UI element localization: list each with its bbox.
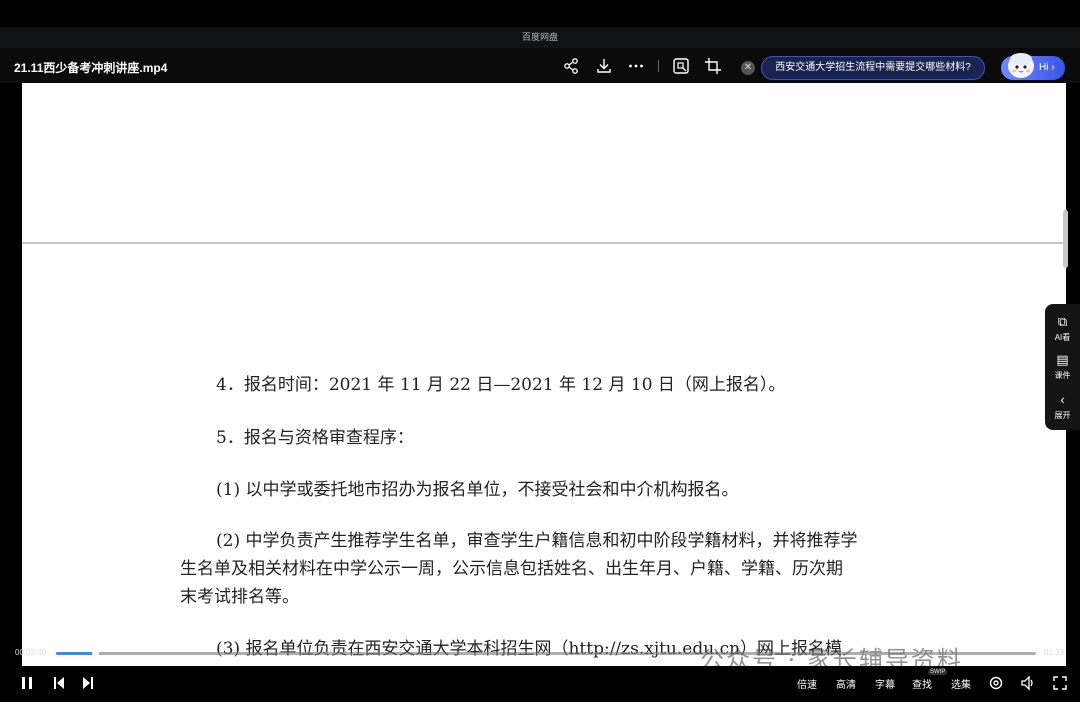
- fullscreen-icon[interactable]: [1052, 675, 1068, 691]
- doc-line: 生名单及相关材料在中学公示一周，公示信息包括姓名、出生年月、户籍、学籍、历次期: [180, 559, 843, 579]
- speed-button[interactable]: 倍速: [797, 676, 817, 691]
- progress-knob[interactable]: [92, 650, 100, 657]
- ai-question-pill[interactable]: 西安交通大学招生流程中需要提交哪些材料?: [761, 56, 985, 80]
- courseware-icon: ▤: [1056, 352, 1069, 367]
- doc-line: (2) 中学负责产生推荐学生名单，审查学生户籍信息和初中阶段学籍材料，并将推荐学: [216, 531, 858, 551]
- progress-fill: [56, 652, 96, 655]
- screenshot-icon[interactable]: [672, 57, 690, 75]
- player-controls: 倍速 高清 字幕 查找 选集: [0, 666, 1080, 702]
- side-panel-label: 课件: [1054, 371, 1071, 380]
- app-title: 百度网盘: [521, 32, 558, 42]
- toolbar-divider: [658, 60, 659, 72]
- settings-icon[interactable]: [988, 675, 1004, 691]
- document-page: 4．报名时间：2021 年 11 月 22 日—2021 年 12 月 10 日…: [22, 83, 1066, 666]
- crop-icon[interactable]: [704, 57, 722, 75]
- side-panel-label: 展开: [1054, 411, 1071, 420]
- search-button[interactable]: 查找: [912, 676, 932, 691]
- doc-line: 5．报名与资格审查程序：: [216, 428, 414, 448]
- episodes-button[interactable]: 选集: [951, 676, 971, 691]
- next-icon[interactable]: [80, 675, 96, 691]
- share-icon[interactable]: [562, 57, 580, 75]
- volume-icon[interactable]: [1020, 675, 1036, 691]
- doc-line: 4．报名时间：2021 年 11 月 22 日—2021 年 12 月 10 日…: [216, 375, 786, 395]
- doc-line: (1) 以中学或委托地市招办为报名单位，不接受社会和中介机构报名。: [216, 480, 739, 500]
- progress-row: 00:03:40 01:33: [0, 645, 1080, 661]
- search-badge: SWIP: [928, 669, 948, 675]
- progress-bar[interactable]: [56, 650, 1036, 657]
- expand-button[interactable]: ‹ 展开: [1045, 392, 1080, 421]
- expand-icon: ‹: [1060, 392, 1065, 407]
- side-panel-label: AI看: [1054, 333, 1071, 342]
- total-time: 01:33: [1044, 648, 1065, 657]
- current-time: 00:03:40: [15, 648, 47, 657]
- doc-line: 末考试排名等。: [180, 587, 299, 607]
- subtitle-button[interactable]: 字幕: [875, 676, 895, 691]
- ai-watch-button[interactable]: ⧉ AI看: [1045, 314, 1080, 343]
- side-panel: ⧉ AI看 ▤ 课件 ‹ 展开: [1045, 304, 1080, 430]
- ai-watch-icon: ⧉: [1057, 314, 1068, 329]
- mascot-avatar-icon[interactable]: [1005, 50, 1037, 80]
- page-separator: [22, 242, 1066, 244]
- document-scrollbar[interactable]: [1063, 210, 1068, 268]
- pause-icon[interactable]: [19, 675, 35, 691]
- file-name: 21.11西少备考冲刺讲座.mp4: [14, 61, 168, 75]
- more-icon[interactable]: [627, 57, 645, 75]
- previous-icon[interactable]: [51, 675, 67, 691]
- courseware-button[interactable]: ▤ 课件: [1045, 352, 1080, 381]
- close-question-icon[interactable]: ✕: [741, 61, 755, 75]
- download-icon[interactable]: [595, 57, 613, 75]
- window-titlebar: 百度网盘: [0, 0, 1080, 48]
- quality-button[interactable]: 高清: [836, 676, 856, 691]
